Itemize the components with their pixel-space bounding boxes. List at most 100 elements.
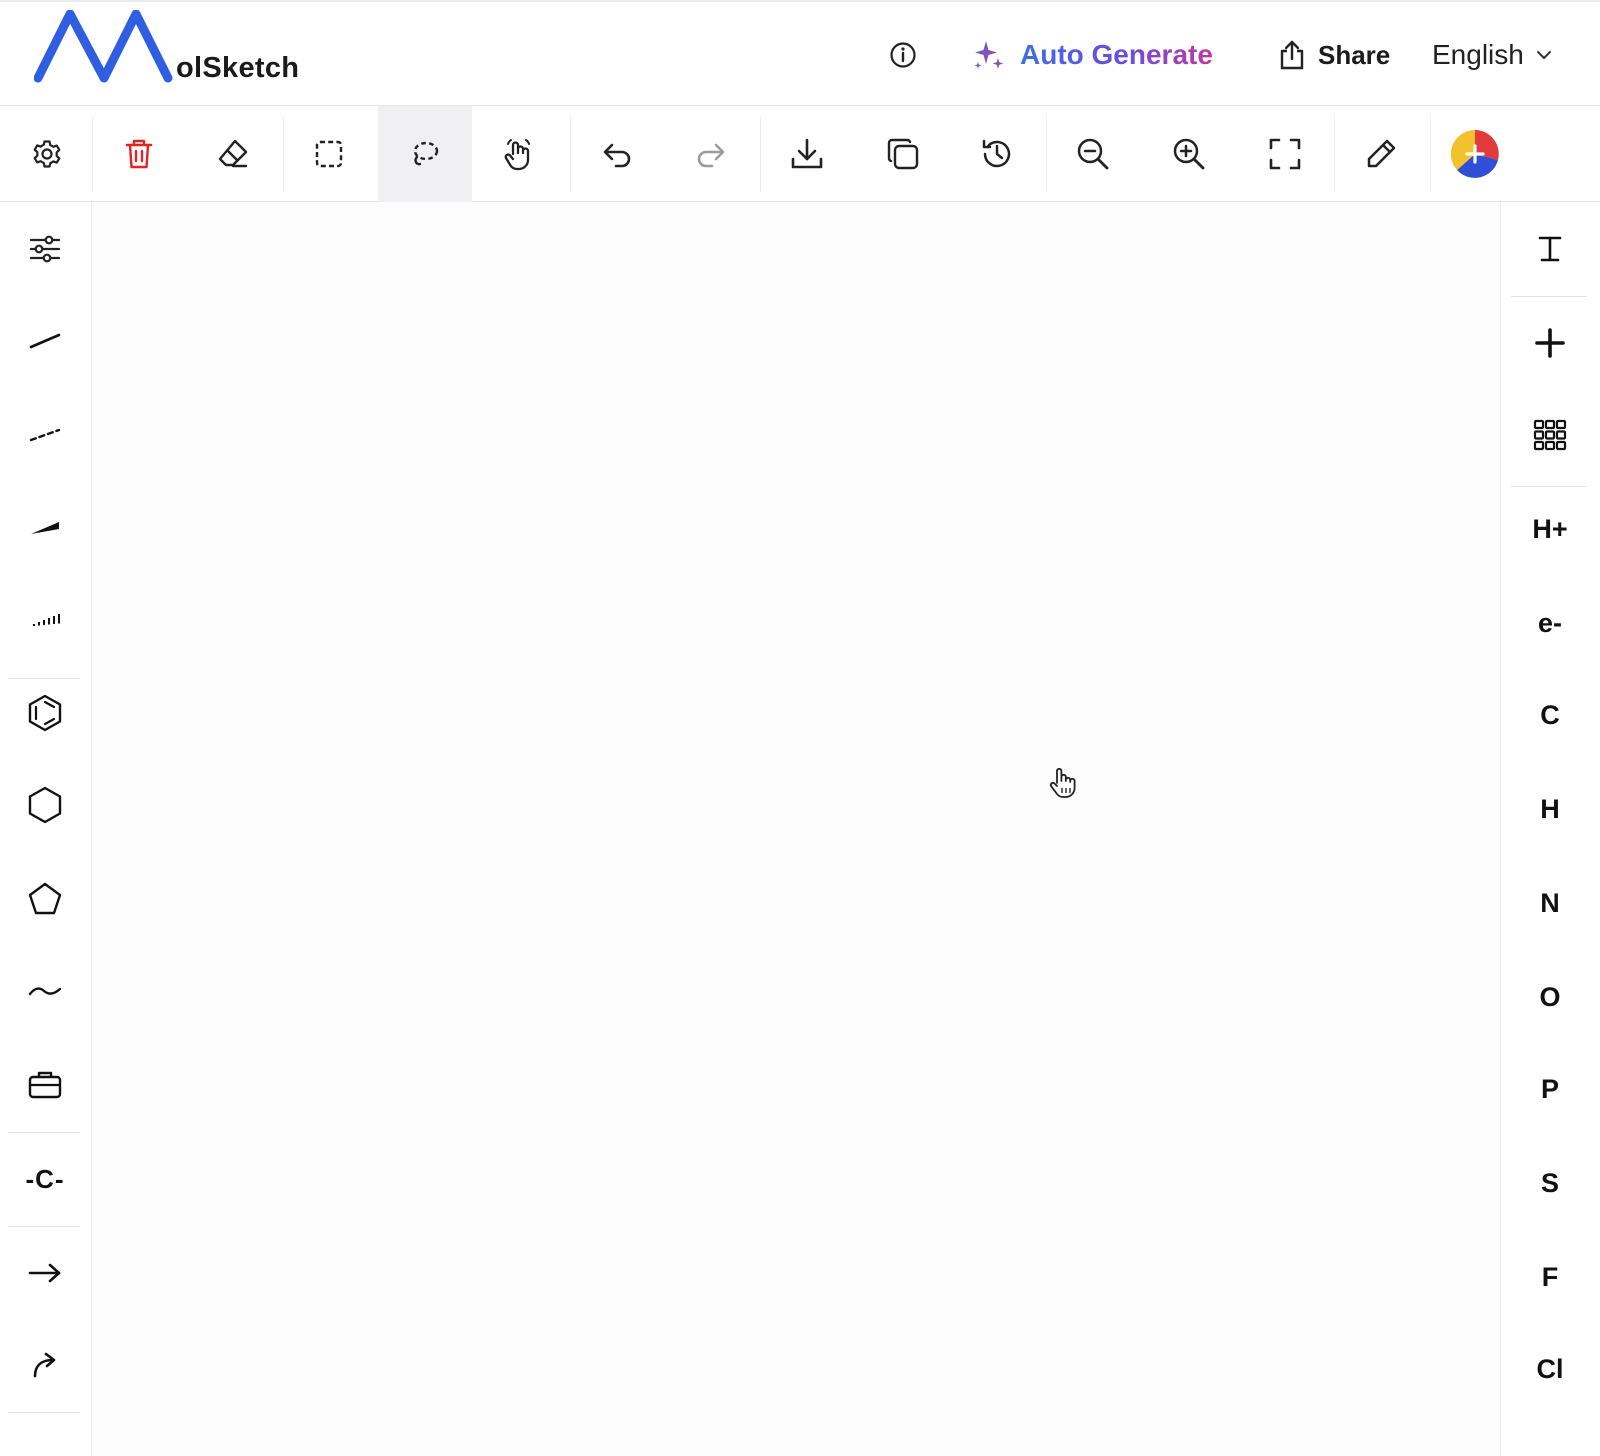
sliders-icon	[29, 235, 61, 263]
info-icon	[890, 42, 916, 68]
element-h-plus[interactable]: H+	[1501, 482, 1599, 576]
lasso-icon	[413, 141, 439, 166]
copy-button[interactable]	[856, 106, 950, 202]
history-button[interactable]	[950, 106, 1044, 202]
element-cl[interactable]: Cl	[1501, 1322, 1599, 1416]
wedge-bond-button[interactable]	[0, 480, 90, 574]
curved-arrow-button[interactable]	[0, 1318, 90, 1412]
single-bond-icon	[29, 333, 61, 349]
delete-button[interactable]	[92, 106, 186, 202]
element-c[interactable]: C	[1501, 668, 1599, 762]
element-label: Cl	[1536, 1353, 1564, 1384]
history-icon	[982, 139, 1011, 168]
download-icon	[791, 138, 823, 169]
add-button[interactable]	[1501, 296, 1599, 390]
chain-icon	[28, 987, 62, 996]
hash-bond-icon	[33, 614, 60, 626]
chevron-down-icon	[1536, 51, 1551, 59]
fullscreen-icon	[1269, 138, 1301, 170]
download-button[interactable]	[760, 106, 854, 202]
color-add-button[interactable]	[1428, 106, 1522, 202]
pen-button[interactable]	[1334, 106, 1428, 202]
adjust-button[interactable]	[0, 202, 90, 296]
share-button[interactable]: Share	[1278, 32, 1390, 78]
molsketch-app: olSketch Auto Generate Share English -C-…	[0, 0, 1600, 1456]
carbon-chain-button[interactable]: -C-	[0, 1132, 90, 1226]
single-bond-button[interactable]	[0, 294, 90, 388]
pentagon-icon	[28, 882, 62, 915]
dashed-bond-icon	[29, 428, 61, 442]
text-cursor-icon	[1538, 236, 1562, 262]
logo-text: olSketch	[176, 52, 300, 84]
pan-button[interactable]	[472, 106, 566, 202]
element-label: O	[1539, 981, 1561, 1012]
text-tool-button[interactable]	[1501, 202, 1599, 296]
language-select[interactable]: English	[1432, 32, 1552, 78]
trash-icon	[125, 139, 153, 169]
cyclohexane-button[interactable]	[0, 758, 90, 852]
element-h[interactable]: H	[1501, 762, 1599, 856]
element-s[interactable]: S	[1501, 1136, 1599, 1230]
briefcase-icon	[28, 1071, 62, 1099]
zoom-out-icon	[1077, 138, 1109, 170]
hand-cursor-icon	[1049, 767, 1076, 798]
right-toolbar: H+ e- C H N O P S F Cl	[1500, 202, 1600, 1456]
wedge-bond-icon	[31, 522, 59, 534]
auto-generate-button[interactable]: Auto Generate	[972, 32, 1213, 78]
benzene-button[interactable]	[0, 666, 90, 760]
undo-button[interactable]	[570, 106, 664, 202]
share-icon	[1280, 40, 1304, 70]
gear-icon	[33, 140, 61, 168]
curved-arrow-icon	[33, 1352, 56, 1378]
benzene-icon	[28, 694, 62, 732]
rect-select-icon	[315, 140, 343, 168]
plus-icon	[1535, 328, 1565, 358]
element-o[interactable]: O	[1501, 950, 1599, 1044]
logo-m-mark	[33, 9, 173, 83]
logo[interactable]: olSketch	[33, 9, 334, 100]
fullscreen-button[interactable]	[1238, 106, 1332, 202]
lasso-select-button[interactable]	[378, 106, 472, 202]
drawing-canvas[interactable]	[92, 202, 1500, 1456]
language-label: English	[1432, 39, 1524, 70]
carbon-chain-label: -C-	[25, 1163, 65, 1194]
element-label: S	[1540, 1167, 1559, 1198]
zoom-out-button[interactable]	[1046, 106, 1140, 202]
zoom-in-icon	[1173, 138, 1205, 170]
sparkle-icon	[974, 41, 1004, 69]
redo-button[interactable]	[664, 106, 758, 202]
hexagon-icon	[28, 786, 62, 824]
element-f[interactable]: F	[1501, 1230, 1599, 1324]
element-label: H+	[1532, 513, 1568, 544]
color-wheel-icon	[1450, 129, 1499, 178]
dashed-bond-button[interactable]	[0, 388, 90, 482]
eraser-button[interactable]	[186, 106, 280, 202]
redo-icon	[697, 143, 725, 168]
element-label: C	[1540, 699, 1560, 730]
arrow-right-icon	[28, 1263, 61, 1283]
templates-button[interactable]	[0, 1038, 90, 1132]
element-p[interactable]: P	[1501, 1042, 1599, 1136]
auto-generate-label: Auto Generate	[1020, 39, 1213, 70]
element-n[interactable]: N	[1501, 856, 1599, 950]
element-label: P	[1540, 1073, 1559, 1104]
element-label: N	[1540, 887, 1560, 918]
arrow-button[interactable]	[0, 1226, 90, 1320]
info-button[interactable]	[888, 40, 918, 70]
pencil-icon	[1367, 139, 1396, 168]
cyclopentane-button[interactable]	[0, 852, 90, 946]
hash-bond-button[interactable]	[0, 572, 90, 666]
copy-icon	[887, 138, 919, 170]
hand-icon	[504, 139, 530, 171]
chain-button[interactable]	[0, 944, 90, 1038]
left-toolbar: -C-	[0, 202, 92, 1456]
element-electron[interactable]: e-	[1501, 576, 1599, 670]
rect-select-button[interactable]	[282, 106, 376, 202]
share-label: Share	[1318, 39, 1391, 70]
grid-icon	[1533, 419, 1567, 451]
settings-button[interactable]	[0, 106, 94, 202]
periodic-table-button[interactable]	[1501, 388, 1599, 482]
toolbar	[0, 106, 1600, 202]
element-label: e-	[1537, 607, 1562, 638]
zoom-in-button[interactable]	[1142, 106, 1236, 202]
